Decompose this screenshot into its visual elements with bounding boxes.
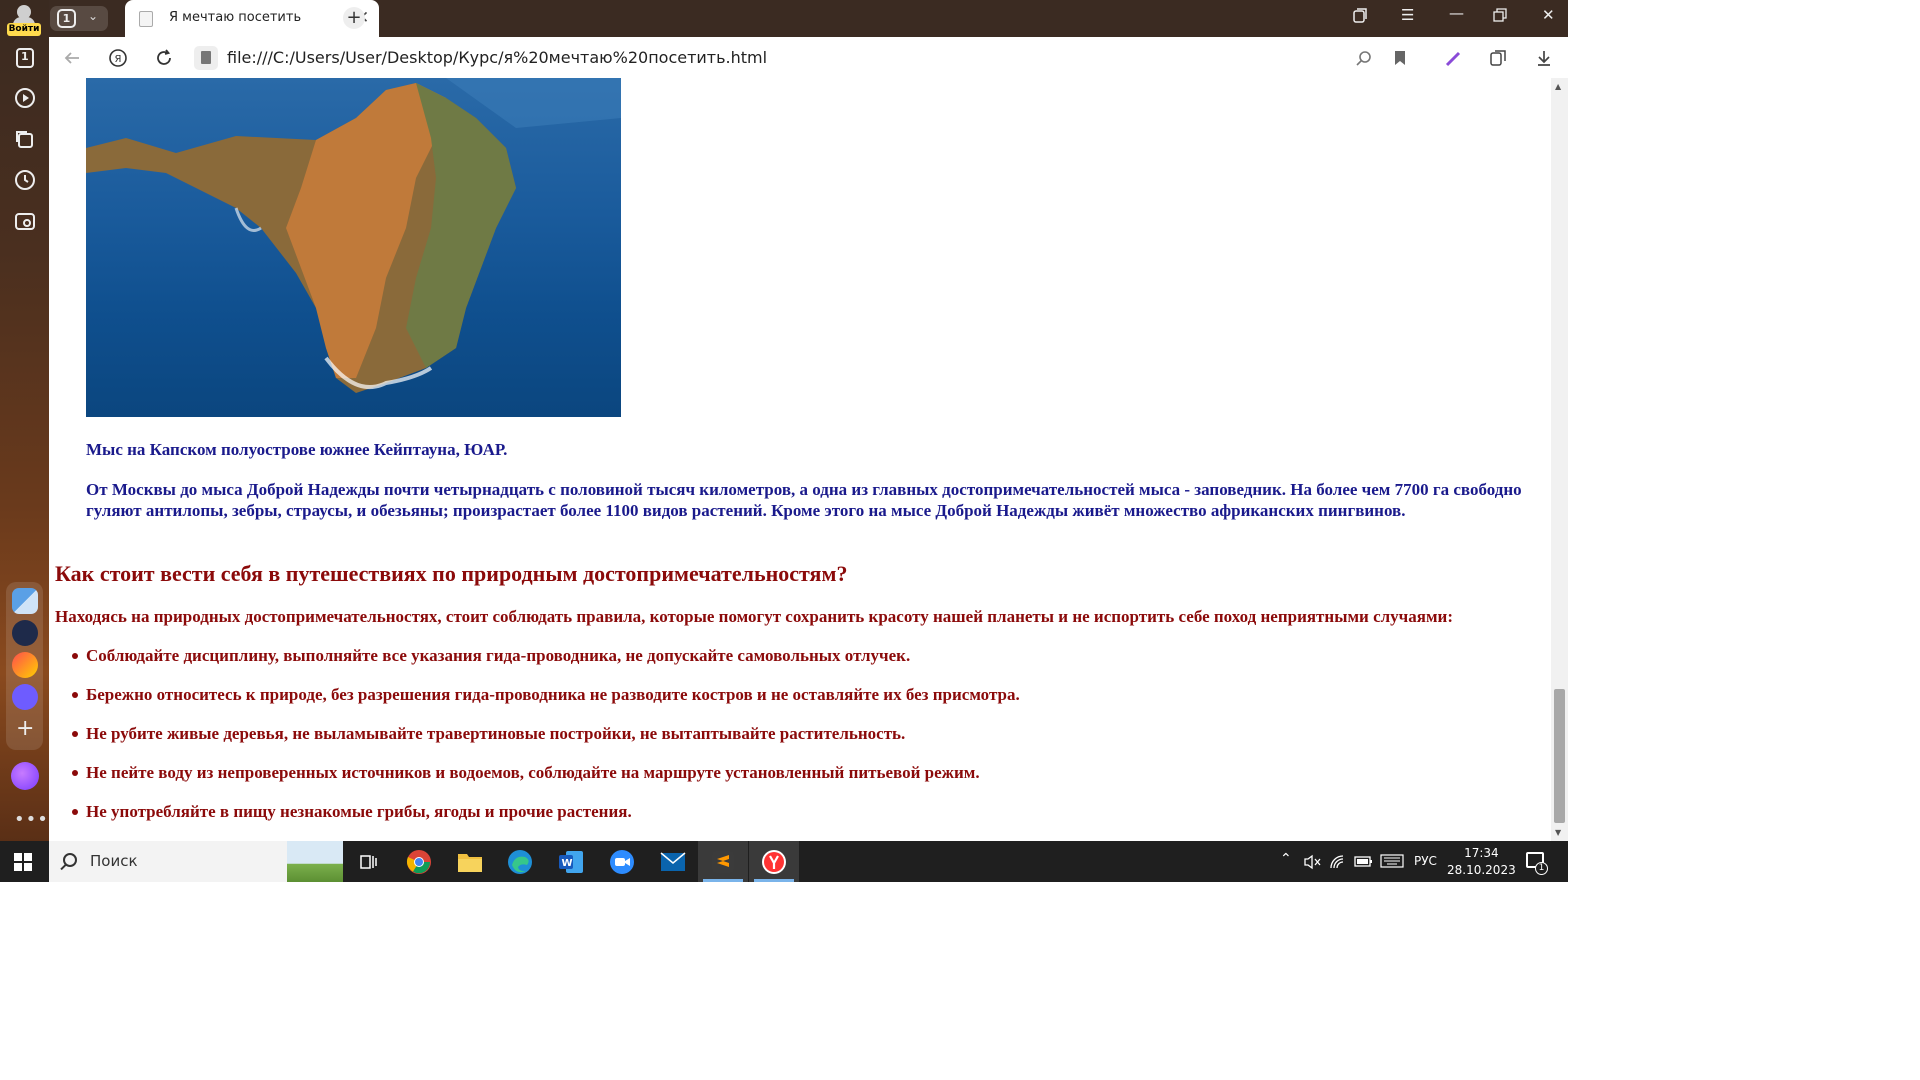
taskbar-active-indicator — [703, 879, 743, 882]
rule-text: Не употребляйте в пищу незнакомые грибы,… — [86, 802, 632, 821]
bullet-icon — [72, 809, 78, 815]
bullet-icon — [72, 770, 78, 776]
yandex-logo-icon[interactable]: Я — [107, 47, 129, 69]
zoom-icon[interactable] — [607, 847, 637, 877]
tab-counter-number: 1 — [57, 9, 76, 28]
new-tab-button[interactable]: + — [343, 7, 365, 29]
screenshot-camera-icon[interactable] — [13, 209, 37, 233]
clock-date: 28.10.2023 — [1447, 863, 1516, 877]
rule-text: Соблюдайте дисциплину, выполняйте все ук… — [86, 646, 911, 665]
page-icon — [139, 11, 153, 27]
taskbar-search[interactable]: Поиск — [49, 841, 343, 882]
pen-icon[interactable] — [1443, 47, 1465, 69]
protect-icon[interactable] — [1487, 47, 1509, 69]
tabs-count-label: 1 — [21, 50, 29, 63]
bookmarks-panel-icon[interactable] — [1352, 8, 1368, 28]
history-clock-icon[interactable] — [13, 168, 37, 192]
description-paragraph: От Москвы до мыса Доброй Надежды почти ч… — [86, 480, 1522, 520]
photo-caption: Мыс на Капском полуострове южнее Кейптау… — [86, 440, 508, 459]
rule-text: Не рубите живые деревья, не выламывайте … — [86, 724, 906, 743]
login-label: Войти — [7, 23, 41, 36]
rule-text: Бережно относитесь к природе, без разреш… — [86, 685, 1020, 704]
list-item: Соблюдайте дисциплину, выполняйте все ук… — [72, 646, 1020, 685]
section-heading: Как стоит вести себя в путешествиях по п… — [55, 561, 848, 586]
wifi-icon[interactable] — [1329, 854, 1347, 873]
chevron-down-icon: ⌄ — [88, 9, 99, 23]
page-content: Мыс на Капском полуострове южнее Кейптау… — [49, 78, 1551, 841]
login-button[interactable]: Войти — [6, 3, 42, 36]
sublime-text-icon[interactable] — [708, 847, 738, 877]
intro-paragraph: Находясь на природных достопримечательно… — [55, 607, 1454, 626]
app-tile-icon[interactable] — [12, 588, 38, 614]
mail-icon[interactable] — [658, 847, 688, 877]
reload-icon[interactable] — [153, 47, 175, 69]
tab-title: Я мечтаю посетить — [169, 10, 302, 25]
bullet-icon — [72, 731, 78, 737]
video-play-icon[interactable] — [13, 86, 37, 110]
tab-active[interactable]: Я мечтаю посетить ✕ — [125, 0, 379, 37]
bullet-icon — [72, 692, 78, 698]
keyboard-icon[interactable] — [1380, 854, 1404, 871]
app-messenger-icon[interactable] — [12, 684, 38, 710]
tabs-count-icon[interactable]: 1 — [13, 46, 37, 70]
tab-counter-button[interactable]: 1 ⌄ — [50, 6, 108, 31]
vertical-scrollbar[interactable]: ▲ ▼ — [1551, 78, 1568, 841]
windows-taskbar: Поиск W ⌃ РУС 17:34 28.10.2023 1 — [0, 841, 1568, 882]
task-view-icon[interactable] — [353, 847, 383, 877]
language-indicator[interactable]: РУС — [1414, 854, 1437, 868]
close-window-icon[interactable]: ✕ — [1542, 6, 1555, 24]
notification-count-badge: 1 — [1535, 862, 1548, 875]
address-field[interactable]: file:///C:/Users/User/Desktop/Курс/я%20м… — [227, 48, 767, 67]
downloads-icon[interactable] — [1533, 47, 1555, 69]
search-page-icon[interactable] — [1353, 47, 1375, 69]
menu-icon[interactable]: ☰ — [1401, 6, 1414, 24]
back-arrow-icon[interactable] — [61, 47, 83, 69]
app-zen-icon[interactable] — [12, 652, 38, 678]
cape-photo — [86, 78, 621, 417]
yandex-browser-icon[interactable] — [759, 847, 789, 877]
navigation-bar: Я file:///C:/Users/User/Desktop/Курс/я%2… — [49, 37, 1568, 78]
add-app-icon[interactable]: + — [16, 718, 34, 740]
side-apps-group: + — [6, 582, 43, 750]
rules-list: Соблюдайте дисциплину, выполняйте все ук… — [72, 646, 1020, 841]
alice-assistant-icon[interactable] — [11, 762, 39, 790]
file-explorer-icon[interactable] — [455, 847, 485, 877]
edge-icon[interactable] — [505, 847, 535, 877]
svg-text:Я: Я — [115, 54, 122, 65]
more-dots-icon[interactable]: ••• — [14, 809, 49, 830]
bullet-icon — [72, 653, 78, 659]
list-item: Бережно относитесь к природе, без разреш… — [72, 685, 1020, 724]
yandex-side-panel: Войти 1 + ••• — [0, 0, 49, 841]
search-placeholder: Поиск — [90, 852, 138, 870]
minimize-icon[interactable]: — — [1449, 4, 1464, 22]
tray-chevron-up-icon[interactable]: ⌃ — [1280, 851, 1292, 867]
restore-icon[interactable] — [1493, 8, 1507, 26]
tab-bar: 1 ⌄ Я мечтаю посетить ✕ + ☰ — ✕ — [49, 0, 1568, 37]
windows-start-icon[interactable] — [14, 853, 32, 871]
bookmark-icon[interactable] — [1389, 47, 1411, 69]
chrome-icon[interactable] — [404, 847, 434, 877]
volume-muted-icon[interactable] — [1303, 854, 1321, 873]
taskbar-active-indicator — [754, 879, 794, 882]
collections-icon[interactable] — [13, 127, 37, 151]
clock-time: 17:34 — [1464, 846, 1499, 860]
list-item: Не употребляйте в пищу незнакомые грибы,… — [72, 802, 1020, 841]
rule-text: Не пейте воду из непроверенных источнико… — [86, 763, 980, 782]
scroll-up-arrow-icon[interactable]: ▲ — [1555, 82, 1561, 91]
word-icon[interactable]: W — [556, 847, 586, 877]
taskbar-clock[interactable]: 17:34 28.10.2023 — [1447, 845, 1516, 879]
file-icon[interactable] — [194, 46, 218, 70]
list-item: Не пейте воду из непроверенных источнико… — [72, 763, 1020, 802]
list-item: Не рубите живые деревья, не выламывайте … — [72, 724, 1020, 763]
app-music-icon[interactable] — [12, 620, 38, 646]
scroll-down-arrow-icon[interactable]: ▼ — [1555, 828, 1561, 837]
search-icon — [63, 853, 77, 867]
search-highlight-image — [287, 841, 343, 882]
scroll-thumb[interactable] — [1554, 689, 1565, 823]
svg-text:W: W — [562, 858, 573, 869]
battery-icon[interactable] — [1354, 854, 1374, 871]
